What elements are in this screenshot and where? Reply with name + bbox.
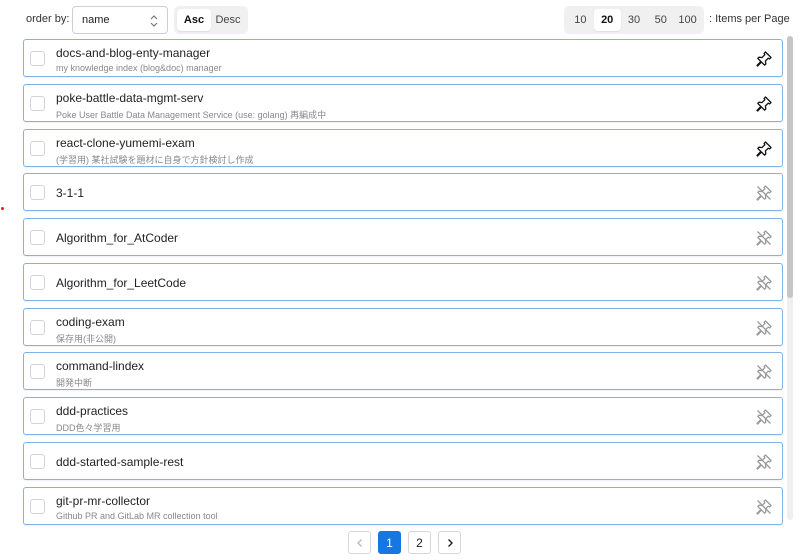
per-page-option-20[interactable]: 20 (593, 9, 621, 31)
repo-list-item[interactable]: poke-battle-data-mgmt-serv Poke User Batt… (23, 83, 783, 122)
repo-description: 保存用(非公開) (56, 333, 116, 344)
repo-name: command-lindex (56, 359, 145, 374)
repo-select-checkbox[interactable] (30, 51, 45, 66)
unpin-icon[interactable] (755, 274, 773, 292)
items-per-page-label: : Items per Page (709, 13, 790, 25)
repo-list-item[interactable]: command-lindex 開発中断 (23, 352, 783, 391)
repo-name: Algorithm_for_AtCoder (56, 231, 179, 245)
order-by-select[interactable]: name (72, 6, 168, 34)
repo-select-checkbox[interactable] (30, 140, 45, 156)
repo-list-item[interactable]: Algorithm_for_AtCoder (23, 218, 783, 256)
repo-list-item[interactable]: ddd-started-sample-rest (23, 441, 783, 480)
repo-name: coding-exam (56, 314, 125, 329)
repo-description: 開発中断 (56, 378, 93, 389)
repo-description: Github PR and GitLab MR collection tool (56, 510, 218, 521)
repo-list-item[interactable]: docs-and-blog-enty-manager my knowledge i… (23, 39, 783, 77)
chevron-right-icon (447, 538, 453, 547)
unpin-icon[interactable] (755, 363, 773, 381)
repo-name: ddd-practices (56, 404, 129, 418)
repo-description: DDD色々学習用 (56, 423, 121, 433)
repo-name: Algorithm_for_LeetCode (56, 275, 187, 290)
repo-select-checkbox[interactable] (30, 498, 45, 514)
repo-list-item[interactable]: Algorithm_for_LeetCode (23, 262, 783, 301)
repo-select-checkbox[interactable] (30, 364, 45, 380)
per-page-option-30[interactable]: 30 (621, 9, 648, 31)
pin-icon[interactable] (755, 50, 773, 68)
repo-select-checkbox[interactable] (30, 230, 45, 245)
repo-name: poke-battle-data-mgmt-serv (56, 90, 204, 105)
per-page-option-100[interactable]: 100 (674, 9, 701, 31)
repo-list-item[interactable]: git-pr-mr-collector Github PR and GitLab … (23, 486, 783, 525)
repo-name: git-pr-mr-collector (56, 493, 151, 508)
scrollbar-thumb[interactable] (787, 36, 793, 298)
sort-asc-button[interactable]: Asc (177, 9, 211, 31)
repo-name: 3-1-1 (56, 186, 85, 201)
chevron-left-icon (356, 538, 362, 547)
unpin-icon[interactable] (755, 319, 773, 337)
repo-description: my knowledge index (blog&doc) manager (56, 63, 222, 73)
sort-desc-button[interactable]: Desc (211, 9, 245, 31)
repo-name: ddd-started-sample-rest (56, 454, 184, 469)
repo-list: docs-and-blog-enty-manager my knowledge i… (23, 39, 783, 531)
order-by-value: name (82, 14, 110, 26)
repo-select-checkbox[interactable] (30, 319, 45, 335)
unpin-icon[interactable] (755, 408, 773, 426)
pagination: 12 (348, 531, 461, 555)
chevron-up-down-icon (150, 15, 158, 27)
repo-name: docs-and-blog-enty-manager (56, 46, 211, 60)
repo-list-item[interactable]: react-clone-yumemi-exam (学習用) 某社試験を題材に自身で… (23, 128, 783, 167)
repo-select-checkbox[interactable] (30, 453, 45, 469)
page-button-2[interactable]: 2 (408, 531, 431, 554)
order-by-label: order by: (26, 13, 70, 25)
repo-select-checkbox[interactable] (30, 185, 45, 201)
repo-select-checkbox[interactable] (30, 274, 45, 290)
pin-icon[interactable] (755, 95, 773, 113)
repo-select-checkbox[interactable] (30, 95, 45, 111)
toolbar: order by: name Asc Desc 10 20 30 50 100 : It… (0, 6, 800, 34)
prev-page-button[interactable] (348, 531, 371, 554)
repo-list-item[interactable]: ddd-practices DDD色々学習用 (23, 397, 783, 435)
repo-list-item[interactable]: 3-1-1 (23, 173, 783, 212)
repo-description: Poke User Battle Data Management Service… (56, 109, 327, 120)
unpin-icon[interactable] (755, 453, 773, 471)
unpin-icon[interactable] (755, 229, 773, 247)
unpin-icon[interactable] (755, 498, 773, 516)
items-per-page-toggle: 10 20 30 50 100 (564, 6, 704, 34)
repo-select-checkbox[interactable] (30, 409, 45, 424)
repo-name: react-clone-yumemi-exam (56, 135, 195, 150)
red-dot-marker (1, 207, 4, 210)
repo-description: (学習用) 某社試験を題材に自身で方針検討し作成 (56, 154, 254, 165)
sort-direction-toggle: Asc Desc (174, 6, 248, 34)
per-page-option-10[interactable]: 10 (567, 9, 594, 31)
next-page-button[interactable] (438, 531, 461, 554)
pin-icon[interactable] (755, 140, 773, 158)
list-scrollbar[interactable] (787, 36, 793, 520)
unpin-icon[interactable] (755, 184, 773, 202)
page-button-1[interactable]: 1 (378, 531, 401, 554)
per-page-option-50[interactable]: 50 (647, 9, 674, 31)
repo-list-item[interactable]: coding-exam 保存用(非公開) (23, 307, 783, 346)
